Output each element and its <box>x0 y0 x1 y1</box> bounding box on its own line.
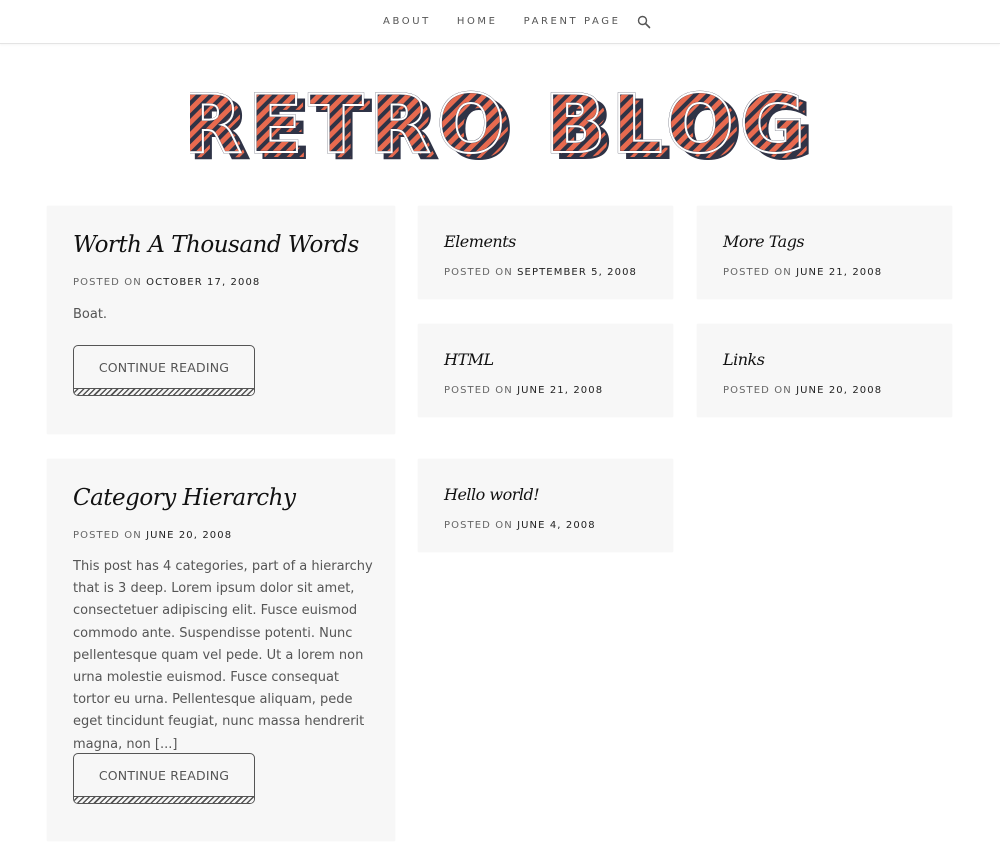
button-stripe <box>74 796 254 803</box>
post-date[interactable]: OCTOBER 17, 2008 <box>146 277 260 288</box>
logo-wordmark: RETRO BLOG RETRO BLOG RETRO BLOG <box>179 77 814 178</box>
post-title[interactable]: Category Hierarchy <box>73 485 296 511</box>
meta-prefix: POSTED ON <box>444 385 518 396</box>
post-card-elements: Elements POSTED ON SEPTEMBER 5, 2008 <box>418 206 673 299</box>
continue-reading-button[interactable]: CONTINUE READING <box>73 345 255 396</box>
post-title[interactable]: Elements <box>444 232 516 251</box>
post-title[interactable]: Worth A Thousand Words <box>73 232 359 258</box>
button-label: CONTINUE READING <box>98 360 230 375</box>
post-date[interactable]: JUNE 4, 2008 <box>517 520 596 531</box>
nav-menu: ABOUT HOME PARENT PAGE <box>383 14 651 29</box>
post-meta: POSTED ON JUNE 20, 2008 <box>73 530 232 541</box>
post-date[interactable]: JUNE 21, 2008 <box>796 267 882 278</box>
meta-prefix: POSTED ON <box>723 267 797 278</box>
post-excerpt: This post has 4 categories, part of a hi… <box>73 559 373 752</box>
post-card-links: Links POSTED ON JUNE 20, 2008 <box>697 324 952 417</box>
post-card-more-tags: More Tags POSTED ON JUNE 21, 2008 <box>697 206 952 299</box>
post-date[interactable]: SEPTEMBER 5, 2008 <box>517 267 637 278</box>
post-title[interactable]: Hello world! <box>444 485 540 504</box>
post-meta: POSTED ON JUNE 20, 2008 <box>723 385 882 396</box>
post-card-category-hierarchy: Category Hierarchy POSTED ON JUNE 20, 20… <box>47 459 395 841</box>
post-date[interactable]: JUNE 20, 2008 <box>146 530 232 541</box>
post-meta: POSTED ON JUNE 21, 2008 <box>723 267 882 278</box>
nav-link-parent-page[interactable]: PARENT PAGE <box>524 16 621 27</box>
meta-prefix: POSTED ON <box>73 277 147 288</box>
search-icon[interactable] <box>637 14 651 29</box>
button-stripe <box>74 388 254 395</box>
post-excerpt: Boat. <box>73 307 108 322</box>
nav-link-about[interactable]: ABOUT <box>383 16 431 27</box>
post-title[interactable]: Links <box>723 350 765 369</box>
meta-prefix: POSTED ON <box>73 530 147 541</box>
post-meta: POSTED ON JUNE 4, 2008 <box>444 520 596 531</box>
nav-link-home[interactable]: HOME <box>457 16 498 27</box>
post-card-hello-world: Hello world! POSTED ON JUNE 4, 2008 <box>418 459 673 552</box>
continue-reading-button[interactable]: CONTINUE READING <box>73 753 255 804</box>
button-label: CONTINUE READING <box>98 768 230 783</box>
post-card-worth-a-thousand-words: Worth A Thousand Words POSTED ON OCTOBER… <box>47 206 395 434</box>
post-title[interactable]: HTML <box>444 350 494 369</box>
site-logo[interactable]: RETRO BLOG RETRO BLOG RETRO BLOG <box>179 77 814 178</box>
logo-text: RETRO BLOG <box>190 88 810 170</box>
post-meta: POSTED ON OCTOBER 17, 2008 <box>73 277 260 288</box>
top-navigation: ABOUT HOME PARENT PAGE <box>0 0 1000 44</box>
post-meta: POSTED ON JUNE 21, 2008 <box>444 385 603 396</box>
meta-prefix: POSTED ON <box>444 267 518 278</box>
post-date[interactable]: JUNE 21, 2008 <box>517 385 603 396</box>
meta-prefix: POSTED ON <box>723 385 797 396</box>
meta-prefix: POSTED ON <box>444 520 518 531</box>
post-date[interactable]: JUNE 20, 2008 <box>796 385 882 396</box>
post-meta: POSTED ON SEPTEMBER 5, 2008 <box>444 267 637 278</box>
post-card-html: HTML POSTED ON JUNE 21, 2008 <box>418 324 673 417</box>
post-title[interactable]: More Tags <box>723 232 805 251</box>
